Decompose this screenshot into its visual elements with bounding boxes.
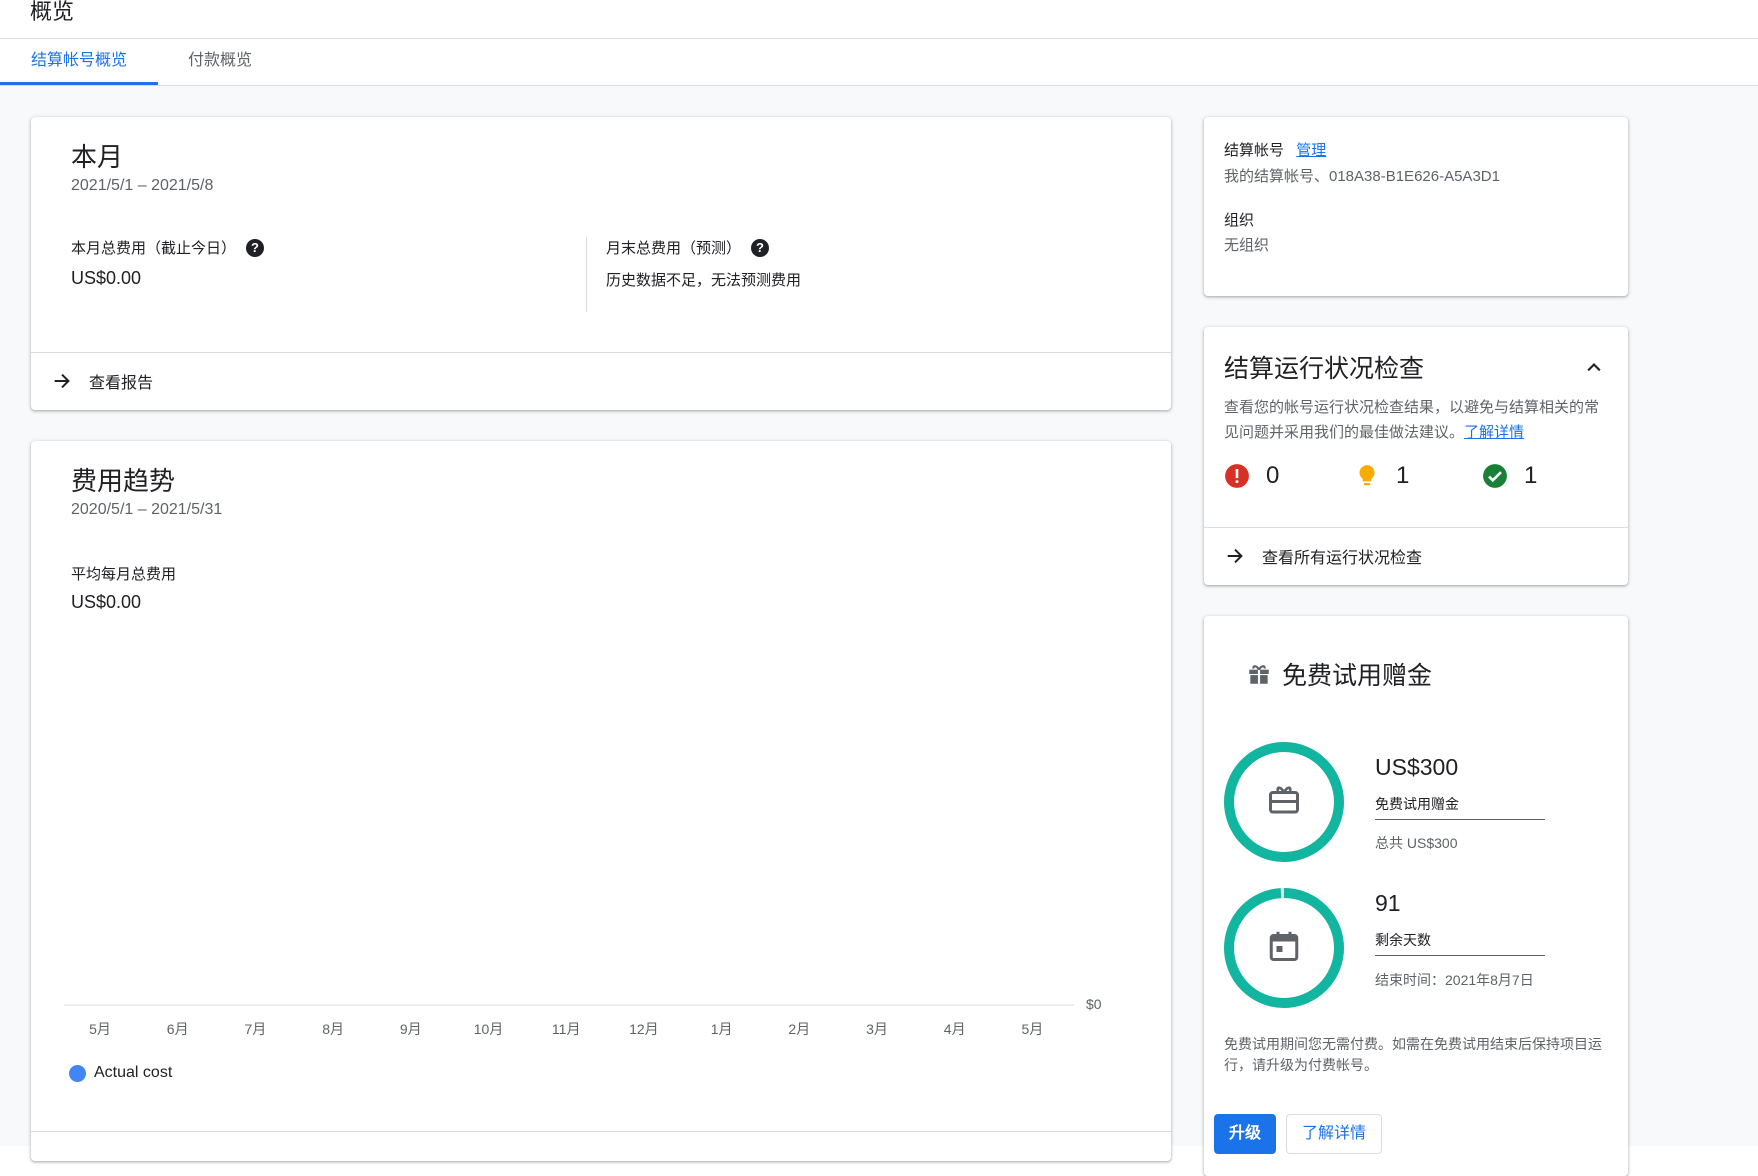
free-trial-header: 免费试用赠金: [1246, 656, 1432, 692]
x-tick-label: 6月: [166, 1021, 189, 1037]
tab-billing-account-overview[interactable]: 结算帐号概览: [0, 39, 158, 85]
days-remaining: 91: [1375, 890, 1401, 916]
tab-bar: 结算帐号概览 付款概览: [0, 39, 1758, 86]
chevron-up-icon[interactable]: [1584, 357, 1604, 377]
x-tick-label: 4月: [943, 1021, 966, 1037]
health-check-description-text: 查看您的帐号运行状况检查结果，以避免与结算相关的常见问题并采用我们的最佳做法建议…: [1224, 399, 1600, 441]
y-tick-label: $0: [1086, 996, 1102, 1012]
x-tick-label: 8月: [322, 1021, 344, 1037]
health-check-learn-more[interactable]: 了解详情: [1464, 424, 1524, 441]
forecast-label-row: 月末总费用（预测） ?: [606, 237, 770, 258]
error-stat: 0: [1224, 462, 1279, 490]
arrow-forward-icon: [54, 373, 70, 389]
arrow-forward-icon: [1227, 548, 1243, 564]
view-all-health-checks-link[interactable]: 查看所有运行状况检查: [1224, 544, 1422, 568]
days-label: 剩余天数: [1375, 932, 1431, 948]
help-icon[interactable]: ?: [751, 238, 770, 257]
cost-chart: 5月 6月 7月 8月 9月 10月 11月 12月 1月 2月 3月 4月 5月 $0: [31, 981, 1171, 1081]
learn-more-button[interactable]: 了解详情: [1286, 1114, 1382, 1154]
view-report-label: 查看报告: [89, 375, 154, 392]
view-all-health-checks-label: 查看所有运行状况检查: [1262, 550, 1423, 567]
org-value: 无组织: [1224, 237, 1270, 254]
ok-stat: 1: [1482, 462, 1537, 490]
x-tick-label: 9月: [399, 1021, 422, 1037]
warning-count: 1: [1396, 462, 1410, 489]
x-tick-label: 5月: [1021, 1021, 1044, 1037]
cost-trend-date-range: 2020/5/1 – 2021/5/31: [71, 501, 223, 518]
credit-label: 免费试用赠金: [1375, 796, 1459, 812]
vertical-divider: [586, 237, 587, 312]
calendar-icon: [1269, 931, 1299, 961]
help-icon[interactable]: ?: [246, 238, 265, 257]
divider: [1375, 955, 1545, 956]
health-check-title: 结算运行状况检查: [1224, 355, 1425, 383]
billing-account-label-row: 结算帐号 管理: [1224, 139, 1326, 160]
this-month-date-range: 2021/5/1 – 2021/5/8: [71, 177, 214, 194]
this-month-card: 本月 2021/5/1 – 2021/5/8 本月总费用（截止今日） ? US$…: [31, 117, 1171, 410]
error-icon: [1225, 464, 1249, 488]
cost-trend-card: 费用趋势 2020/5/1 – 2021/5/31 平均每月总费用 US$0.0…: [31, 441, 1171, 1161]
x-tick-label: 3月: [866, 1021, 888, 1037]
legend-label: Actual cost: [94, 1064, 173, 1081]
cost-trend-title: 费用趋势: [71, 466, 176, 496]
health-check-card: 结算运行状况检查 查看您的帐号运行状况检查结果，以避免与结算相关的常见问题并采用…: [1204, 327, 1628, 585]
chart-legend: Actual cost: [69, 1064, 172, 1082]
avg-monthly-label: 平均每月总费用: [71, 566, 177, 583]
divider: [31, 352, 1171, 353]
manage-link[interactable]: 管理: [1296, 142, 1326, 159]
free-trial-card: 免费试用赠金 US$300 免费试用赠金 总共 US$300 91 剩余天数 结…: [1204, 616, 1628, 1176]
top-bar: 概览: [0, 0, 1758, 39]
billing-account-card: 结算帐号 管理 我的结算帐号、018A38-B1E626-A5A3D1 组织 无…: [1204, 117, 1628, 296]
free-trial-title: 免费试用赠金: [1282, 662, 1433, 690]
view-report-link[interactable]: 查看报告: [51, 369, 153, 393]
credit-total: 总共 US$300: [1375, 835, 1458, 851]
warning-stat: 1: [1354, 462, 1409, 490]
legend-dot: [69, 1064, 86, 1082]
billing-account-label: 结算帐号: [1224, 142, 1285, 159]
x-tick-label: 11月: [551, 1021, 581, 1037]
total-cost-label: 本月总费用（截止今日）: [71, 240, 237, 257]
org-label: 组织: [1224, 212, 1255, 229]
billing-account-value: 我的结算帐号、018A38-B1E626-A5A3D1: [1224, 168, 1500, 185]
divider: [1375, 819, 1545, 820]
tab-payment-overview[interactable]: 付款概览: [158, 39, 282, 83]
x-tick-label: 7月: [244, 1021, 267, 1037]
x-tick-label: 1月: [710, 1021, 733, 1037]
free-trial-note: 免费试用期间您无需付费。如需在免费试用结束后保持项目运行，请升级为付费帐号。: [1224, 1036, 1602, 1073]
end-date: 结束时间：2021年8月7日: [1375, 972, 1534, 988]
x-tick-label: 12月: [629, 1021, 659, 1037]
gift-icon: [1249, 665, 1269, 684]
total-cost-value: US$0.00: [71, 268, 142, 288]
divider: [1204, 527, 1628, 528]
lightbulb-icon: [1359, 465, 1375, 486]
check-circle-icon: [1483, 464, 1507, 488]
chart-svg: [64, 1004, 1074, 1006]
this-month-title: 本月: [71, 142, 124, 172]
upgrade-button[interactable]: 升级: [1214, 1114, 1276, 1154]
total-cost-label-row: 本月总费用（截止今日） ?: [71, 237, 265, 258]
x-tick-label: 10月: [473, 1021, 504, 1037]
x-tick-label: 5月: [89, 1021, 111, 1037]
redeem-icon: [1269, 786, 1299, 814]
forecast-label: 月末总费用（预测）: [606, 240, 742, 257]
avg-monthly-value: US$0.00: [71, 592, 142, 612]
health-check-description: 查看您的帐号运行状况检查结果，以避免与结算相关的常见问题并采用我们的最佳做法建议…: [1224, 395, 1609, 445]
divider: [31, 1131, 1171, 1132]
ok-count: 1: [1524, 462, 1538, 489]
credit-amount: US$300: [1375, 754, 1459, 780]
x-tick-label: 2月: [788, 1021, 811, 1037]
error-count: 0: [1266, 462, 1280, 489]
forecast-value: 历史数据不足，无法预测费用: [606, 272, 802, 289]
page-title: 概览: [30, 0, 75, 24]
